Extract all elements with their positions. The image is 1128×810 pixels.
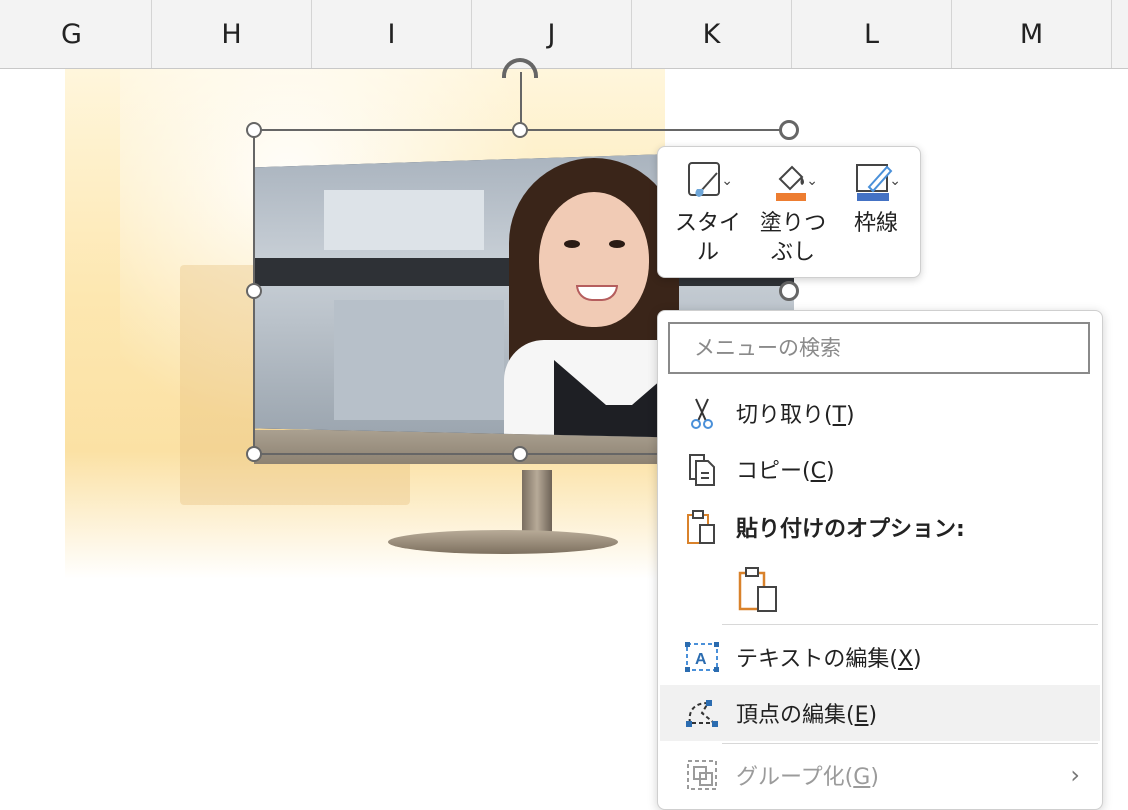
style-button[interactable]: ⌄ スタイ ル <box>668 159 748 271</box>
resize-handle-bottom-left[interactable] <box>246 446 262 462</box>
person-eye <box>609 240 625 248</box>
clipboard-icon <box>684 509 720 545</box>
column-label: J <box>547 18 556 50</box>
menu-separator <box>722 624 1098 625</box>
menu-item-group[interactable]: グループ化(G) › <box>660 747 1100 803</box>
menu-item-label: コピー(C) <box>736 459 835 484</box>
person-eye <box>564 240 580 248</box>
text-box-icon: A <box>684 639 720 675</box>
fill-label: 塗りつ <box>759 211 827 236</box>
paste-options-header: 貼り付けのオプション: <box>660 499 1100 555</box>
column-header-l[interactable]: L <box>792 0 952 68</box>
column-label: M <box>1019 18 1044 50</box>
column-header-g[interactable]: G <box>0 0 152 68</box>
resize-handle-left[interactable] <box>246 283 262 299</box>
menu-item-cut[interactable]: 切り取り(T) <box>660 385 1100 441</box>
scissors-icon <box>684 395 720 431</box>
menu-item-label: 切り取り(T) <box>736 403 855 428</box>
paste-option-button[interactable] <box>736 565 780 613</box>
style-label: ル <box>696 240 719 265</box>
chevron-down-icon: ⌄ <box>889 173 901 189</box>
vertex-handle-right[interactable] <box>779 281 799 301</box>
column-header-k[interactable]: K <box>632 0 792 68</box>
monitor-base <box>388 530 618 554</box>
paint-bucket-icon: ⌄ <box>768 159 818 203</box>
shape-style-icon: ⌄ <box>683 159 733 203</box>
copy-icon <box>684 451 720 487</box>
menu-item-edit-text[interactable]: A テキストの編集(X) <box>660 629 1100 685</box>
group-icon <box>684 757 720 793</box>
column-label: I <box>387 18 396 50</box>
svg-text:A: A <box>695 651 707 668</box>
menu-item-copy[interactable]: コピー(C) <box>660 441 1100 497</box>
column-header-i[interactable]: I <box>312 0 472 68</box>
chevron-right-icon: › <box>1070 761 1080 789</box>
menu-search-input[interactable]: メニューの検索 <box>668 322 1090 374</box>
menu-item-label: テキストの編集(X) <box>736 647 922 672</box>
column-label: K <box>702 18 721 50</box>
style-label: スタイ <box>674 211 741 236</box>
column-label: G <box>61 18 82 50</box>
column-header-j[interactable]: J <box>472 0 632 68</box>
screen-window <box>334 300 504 420</box>
column-header-h[interactable]: H <box>152 0 312 68</box>
menu-separator <box>722 743 1098 744</box>
column-header-m[interactable]: M <box>952 0 1112 68</box>
vertex-handle-top-right[interactable] <box>779 120 799 140</box>
outline-button[interactable]: ⌄ 枠線 <box>836 159 916 271</box>
menu-item-edit-points[interactable]: 頂点の編集(E) <box>660 685 1100 741</box>
outline-label: 枠線 <box>853 211 898 236</box>
menu-item-label: グループ化(G) <box>736 765 879 790</box>
fill-button[interactable]: ⌄ 塗りつ ぶし <box>753 159 833 271</box>
column-label: H <box>221 18 242 50</box>
chevron-down-icon: ⌄ <box>806 173 818 189</box>
chevron-down-icon: ⌄ <box>721 173 733 189</box>
pen-outline-icon: ⌄ <box>851 159 901 203</box>
context-menu: メニューの検索 切り取り(T) コピー(C) 貼り付けのオプション: A テキス… <box>657 310 1103 810</box>
fill-label: ぶし <box>770 240 815 265</box>
edit-points-icon <box>684 695 720 731</box>
selection-border-bottom <box>254 453 659 455</box>
column-label: L <box>863 18 880 50</box>
column-header-row: G H I J K L M <box>0 0 1128 69</box>
paste-options-label: 貼り付けのオプション: <box>736 517 965 542</box>
menu-item-label: 頂点の編集(E) <box>736 703 878 728</box>
resize-handle-bottom[interactable] <box>512 446 528 462</box>
resize-handle-top-left[interactable] <box>246 122 262 138</box>
screen-window <box>324 190 484 250</box>
mini-toolbar: ⌄ スタイ ル ⌄ 塗りつ ぶし ⌄ 枠線 <box>657 146 921 278</box>
paste-clipboard-icon <box>738 567 777 612</box>
resize-handle-top[interactable] <box>512 122 528 138</box>
person-face <box>539 192 649 327</box>
